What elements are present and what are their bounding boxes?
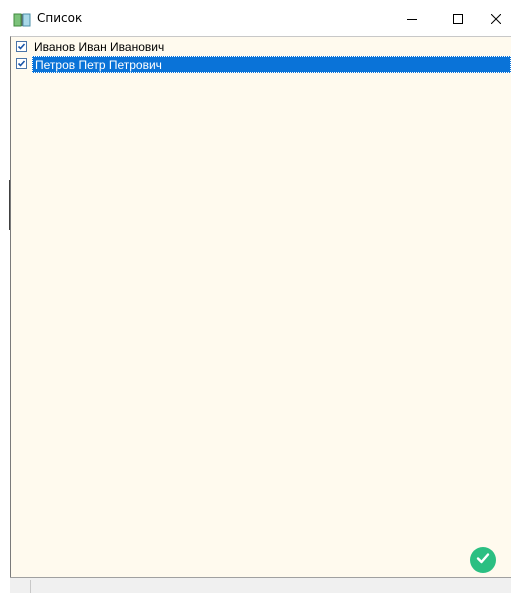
title-bar[interactable]: Список <box>0 0 511 36</box>
minimize-icon <box>407 9 417 28</box>
close-icon <box>490 9 502 28</box>
maximize-button[interactable] <box>435 0 481 36</box>
list-item-label: Петров Петр Петрович <box>32 56 511 73</box>
status-divider <box>30 580 31 593</box>
list-item-label: Иванов Иван Иванович <box>34 40 165 54</box>
maximize-icon <box>453 9 463 28</box>
checklist[interactable]: Иванов Иван Иванович Петров Петр Петрови… <box>10 36 511 577</box>
checkbox[interactable] <box>16 58 27 69</box>
minimize-button[interactable] <box>389 0 435 36</box>
checkmark-icon <box>475 550 491 570</box>
list-item-selected[interactable]: Петров Петр Петрович <box>11 56 511 73</box>
list-window: Список Иванов Иван Иванович Петров Петр … <box>0 0 511 593</box>
accept-button[interactable] <box>470 547 496 573</box>
close-button[interactable] <box>481 0 511 36</box>
book-icon <box>13 12 31 27</box>
window-title: Список <box>37 11 83 25</box>
status-bar <box>10 577 511 593</box>
list-item[interactable]: Иванов Иван Иванович <box>11 39 511 56</box>
checkbox[interactable] <box>16 41 27 52</box>
